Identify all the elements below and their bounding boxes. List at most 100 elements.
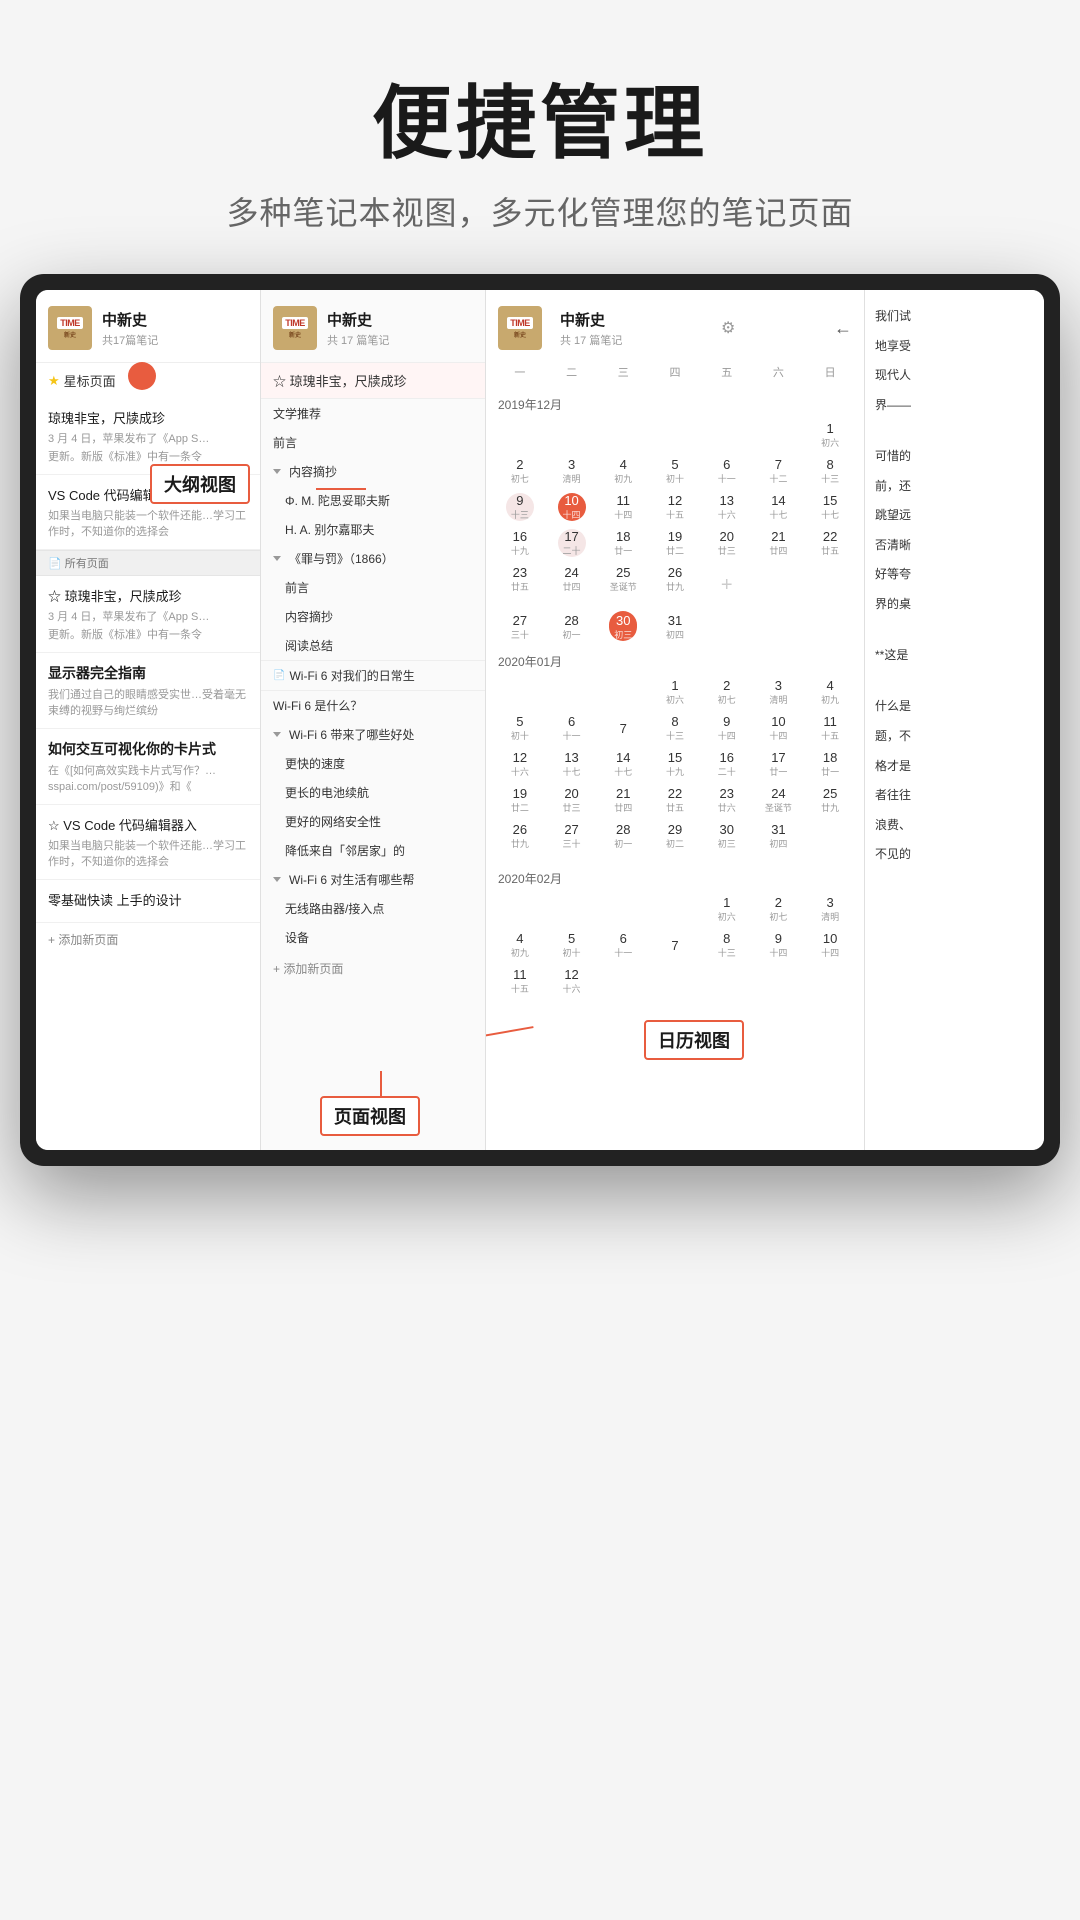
cal-day-feb9[interactable]: 9十四 xyxy=(753,927,805,963)
cal-day-jan21[interactable]: 21廿四 xyxy=(597,782,649,818)
cal-day-dec24[interactable]: 24廿四 xyxy=(546,561,598,609)
cal-day-jan7[interactable]: 7 xyxy=(597,710,649,746)
cal-day-dec4[interactable]: 4初九 xyxy=(597,453,649,489)
cal-day-dec20[interactable]: 20廿三 xyxy=(701,525,753,561)
cal-day-dec10[interactable]: 10十四 xyxy=(546,489,598,525)
cal-day-jan25[interactable]: 25廿九 xyxy=(804,782,856,818)
cal-day-plus[interactable]: + xyxy=(701,561,753,609)
cal-day-dec27[interactable]: 27三十 xyxy=(494,609,546,645)
cal-day-feb5[interactable]: 5初十 xyxy=(546,927,598,963)
outline-router[interactable]: 无线路由器/接入点 xyxy=(261,894,485,923)
outline-wifi-life[interactable]: Wi-Fi 6 对生活有哪些帮 xyxy=(261,865,485,894)
cal-day-feb8[interactable]: 8十三 xyxy=(701,927,753,963)
cal-day-jan16[interactable]: 16二十 xyxy=(701,746,753,782)
cal-day-dec2[interactable]: 2初七 xyxy=(494,453,546,489)
cal-day-jan20[interactable]: 20廿三 xyxy=(546,782,598,818)
cal-day-dec13[interactable]: 13十六 xyxy=(701,489,753,525)
list-item-2[interactable]: ☆ 琼瑰非宝，尺牍成珍 3 月 4 日，苹果发布了《App S… 更新。新版《标… xyxy=(36,576,260,653)
cal-day-jan28[interactable]: 28初一 xyxy=(597,818,649,854)
cal-day-feb2[interactable]: 2初七 xyxy=(753,891,805,927)
cal-day-jan31[interactable]: 31初四 xyxy=(753,818,805,854)
cal-day-dec22[interactable]: 22廿五 xyxy=(804,525,856,561)
settings-icon[interactable]: ⚙ xyxy=(721,318,735,338)
cal-day-feb6[interactable]: 6十一 xyxy=(597,927,649,963)
outline-neighbor[interactable]: 降低来自「邻居家」的 xyxy=(261,836,485,865)
outline-item-author2[interactable]: H. A. 别尔嘉耶夫 xyxy=(261,515,485,544)
cal-day-jan4[interactable]: 4初九 xyxy=(804,674,856,710)
cal-day-jan27[interactable]: 27三十 xyxy=(546,818,598,854)
outline-security[interactable]: 更好的网络安全性 xyxy=(261,807,485,836)
cal-day-dec16[interactable]: 16十九 xyxy=(494,525,546,561)
back-icon[interactable]: ← xyxy=(834,318,852,339)
cal-day-jan8[interactable]: 8十三 xyxy=(649,710,701,746)
cal-day-jan12[interactable]: 12十六 xyxy=(494,746,546,782)
cal-day-jan26[interactable]: 26廿九 xyxy=(494,818,546,854)
cal-day-dec5[interactable]: 5初十 xyxy=(649,453,701,489)
outline-item-author1[interactable]: Φ. M. 陀思妥耶夫斯 xyxy=(261,486,485,515)
add-page-btn-1[interactable]: + 添加新页面 xyxy=(36,923,260,956)
cal-day-jan24[interactable]: 24圣诞节 xyxy=(753,782,805,818)
cal-day-feb3[interactable]: 3清明 xyxy=(804,891,856,927)
cal-day-feb1[interactable]: 1初六 xyxy=(701,891,753,927)
cal-day-dec11[interactable]: 11十四 xyxy=(597,489,649,525)
cal-day-dec12[interactable]: 12十五 xyxy=(649,489,701,525)
cal-day-dec1[interactable]: 1初六 xyxy=(804,417,856,453)
cal-day-dec15[interactable]: 15十七 xyxy=(804,489,856,525)
list-item-card[interactable]: 如何交互可视化你的卡片式 在《[如何高效实践卡片式写作？…sspai.com/p… xyxy=(36,729,260,805)
cal-day-feb4[interactable]: 4初九 xyxy=(494,927,546,963)
cal-day-feb7[interactable]: 7 xyxy=(649,927,701,963)
cal-day-jan17[interactable]: 17廿一 xyxy=(753,746,805,782)
outline-item-abstract2[interactable]: 内容摘抄 xyxy=(261,602,485,631)
cal-day-dec25[interactable]: 25圣诞节 xyxy=(597,561,649,609)
cal-day-dec7[interactable]: 7十二 xyxy=(753,453,805,489)
outline-item-preface2[interactable]: 前言 xyxy=(261,573,485,602)
list-item-display[interactable]: 显示器完全指南 我们通过自己的眼睛感受实世…受着毫无束缚的视野与绚烂缤纷 xyxy=(36,653,260,729)
cal-day-jan15[interactable]: 15十九 xyxy=(649,746,701,782)
cal-day-jan14[interactable]: 14十七 xyxy=(597,746,649,782)
cal-day-jan23[interactable]: 23廿六 xyxy=(701,782,753,818)
cal-day-jan10[interactable]: 10十四 xyxy=(753,710,805,746)
outline-battery[interactable]: 更长的电池续航 xyxy=(261,778,485,807)
cal-day-jan22[interactable]: 22廿五 xyxy=(649,782,701,818)
cal-day-feb12[interactable]: 12十六 xyxy=(546,963,598,999)
cal-day-jan9[interactable]: 9十四 xyxy=(701,710,753,746)
add-page-btn-2[interactable]: + 添加新页面 xyxy=(261,952,485,985)
cal-day-jan29[interactable]: 29初二 xyxy=(649,818,701,854)
cal-day-dec23[interactable]: 23廿五 xyxy=(494,561,546,609)
cal-day-jan1[interactable]: 1初六 xyxy=(649,674,701,710)
cal-day-dec8[interactable]: 8十三 xyxy=(804,453,856,489)
outline-faster-speed[interactable]: 更快的速度 xyxy=(261,749,485,778)
cal-day-dec21[interactable]: 21廿四 xyxy=(753,525,805,561)
cal-day-jan2[interactable]: 2初七 xyxy=(701,674,753,710)
cal-day-dec6[interactable]: 6十一 xyxy=(701,453,753,489)
cal-day-jan3[interactable]: 3清明 xyxy=(753,674,805,710)
outline-item-abstract-header[interactable]: 内容摘抄 xyxy=(261,457,485,486)
outline-item-preface1[interactable]: 前言 xyxy=(261,428,485,457)
outline-item-lit[interactable]: 文学推荐 xyxy=(261,399,485,428)
cal-day-dec17[interactable]: 17二十 xyxy=(546,525,598,561)
cal-day-feb10[interactable]: 10十四 xyxy=(804,927,856,963)
outline-item-reading-summary[interactable]: 阅读总结 xyxy=(261,631,485,660)
cal-day-dec31[interactable]: 31初四 xyxy=(649,609,701,645)
cal-day-jan13[interactable]: 13十七 xyxy=(546,746,598,782)
list-item-design[interactable]: 零基础快读 上手的设计 xyxy=(36,880,260,923)
cal-day-dec26[interactable]: 26廿九 xyxy=(649,561,701,609)
cal-day-jan18[interactable]: 18廿一 xyxy=(804,746,856,782)
cal-day-dec9[interactable]: 9十三 xyxy=(494,489,546,525)
cal-day-dec19[interactable]: 19廿二 xyxy=(649,525,701,561)
cal-day-dec30[interactable]: 30初三 xyxy=(597,609,649,645)
cal-day-jan19[interactable]: 19廿二 xyxy=(494,782,546,818)
cal-day-dec14[interactable]: 14十七 xyxy=(753,489,805,525)
cal-day-dec18[interactable]: 18廿一 xyxy=(597,525,649,561)
cal-day-dec28[interactable]: 28初一 xyxy=(546,609,598,645)
cal-day-jan6[interactable]: 6十一 xyxy=(546,710,598,746)
outline-wifi-what[interactable]: Wi-Fi 6 是什么？ xyxy=(261,691,485,720)
cal-day-feb11[interactable]: 11十五 xyxy=(494,963,546,999)
list-item-vscode-2[interactable]: ☆ VS Code 代码编辑器入 如果当电脑只能装一个软件还能…学习工作时，不知… xyxy=(36,805,260,880)
outline-device[interactable]: 设备 xyxy=(261,923,485,952)
cal-day-dec3[interactable]: 3清明 xyxy=(546,453,598,489)
cal-day-jan11[interactable]: 11十五 xyxy=(804,710,856,746)
outline-wifi-benefits[interactable]: Wi-Fi 6 带来了哪些好处 xyxy=(261,720,485,749)
cal-day-jan5[interactable]: 5初十 xyxy=(494,710,546,746)
outline-item-book[interactable]: 《罪与罚》（1866） xyxy=(261,544,485,573)
